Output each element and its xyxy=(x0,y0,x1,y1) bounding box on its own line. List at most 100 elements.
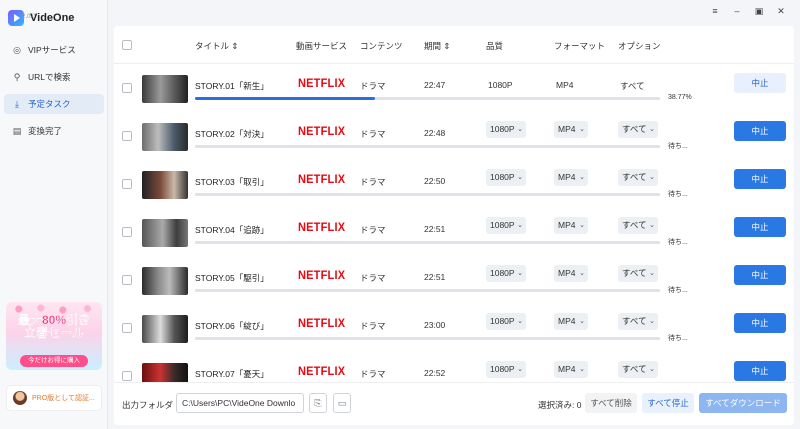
chevron-down-icon: ⌄ xyxy=(579,126,585,133)
output-folder-label: 出力フォルダ xyxy=(122,400,174,410)
netflix-logo: NETFLIX xyxy=(298,269,346,283)
row-checkbox[interactable] xyxy=(122,323,132,333)
quality-select[interactable]: 1080P ⌄ xyxy=(486,265,526,282)
header-content: コンテンツ xyxy=(360,41,403,51)
option-select[interactable]: すべて ⌄ xyxy=(618,169,658,186)
cancel-button[interactable]: 中止 xyxy=(734,217,786,237)
sidebar-item-2[interactable]: ⤓ 予定タスク xyxy=(4,94,104,114)
episode-title: STORY.03「取引」 xyxy=(195,177,269,187)
sidebar-nav: ◎ VIPサービス ⚲ URLで検索 ⤓ 予定タスク ▤ 変換完了 xyxy=(4,40,104,148)
content-type: ドラマ xyxy=(360,129,386,139)
episode-thumbnail xyxy=(142,315,188,343)
row-checkbox[interactable] xyxy=(122,227,132,237)
maximize-icon[interactable]: ▣ xyxy=(754,6,764,17)
output-folder-input[interactable]: C:\Users\PC\VideOne Downlo xyxy=(176,393,304,413)
app-name: VideOne xyxy=(30,12,75,24)
quality-select[interactable]: 1080P ⌄ xyxy=(486,217,526,234)
format-select[interactable]: MP4 ⌄ xyxy=(554,361,588,378)
open-folder-button[interactable]: ▭ xyxy=(333,393,351,413)
selected-count: 選択済み: 0 xyxy=(538,400,582,410)
option-select[interactable]: すべて ⌄ xyxy=(618,313,658,330)
minimize-icon[interactable]: – xyxy=(732,6,742,17)
menu-icon[interactable]: ≡ xyxy=(710,6,720,17)
row-checkbox[interactable] xyxy=(122,371,132,381)
duration: 22:51 xyxy=(424,272,446,282)
select-all-checkbox[interactable] xyxy=(122,40,132,50)
format-select[interactable]: MP4 ⌄ xyxy=(554,217,588,234)
format-select[interactable]: MP4 ⌄ xyxy=(554,313,588,330)
window-controls: ≡ – ▣ ✕ xyxy=(710,6,786,17)
episode-title: STORY.02「対決」 xyxy=(195,129,269,139)
header-title[interactable]: タイトル ⇕ xyxy=(195,40,238,52)
option-select[interactable]: すべて ⌄ xyxy=(618,361,658,378)
sidebar-item-3[interactable]: ▤ 変換完了 xyxy=(4,121,104,141)
option-select[interactable]: すべて ⌄ xyxy=(618,217,658,234)
format-select[interactable]: MP4 ⌄ xyxy=(554,265,588,282)
quality-select[interactable]: 1080P ⌄ xyxy=(486,361,526,378)
cancel-button[interactable]: 中止 xyxy=(734,121,786,141)
episode-title: STORY.04「追跡」 xyxy=(195,225,269,235)
cancel-button[interactable]: 中止 xyxy=(734,313,786,333)
option-select-value: すべて xyxy=(622,220,647,230)
duration: 22:48 xyxy=(424,128,446,138)
duration: 22:51 xyxy=(424,224,446,234)
download-all-button[interactable]: すべてダウンロード xyxy=(699,393,787,413)
format-select-value: MP4 xyxy=(558,364,576,374)
episode-title: STORY.06「綻び」 xyxy=(195,321,269,331)
cancel-button[interactable]: 中止 xyxy=(734,265,786,285)
cancel-button[interactable]: 中止 xyxy=(734,361,786,381)
chevron-down-icon: ⌄ xyxy=(579,174,585,181)
pro-activation-label: PRO版として認証... xyxy=(32,395,95,402)
search-icon: ⚲ xyxy=(13,72,21,82)
sidebar-item-1[interactable]: ⚲ URLで検索 xyxy=(4,67,104,87)
chevron-down-icon: ⌄ xyxy=(517,126,523,133)
quality-select[interactable]: 1080P ⌄ xyxy=(486,121,526,138)
progress-bar xyxy=(195,97,660,100)
chevron-down-icon: ⌄ xyxy=(649,270,655,277)
format-value: MP4 xyxy=(556,80,574,90)
stop-all-button[interactable]: すべて停止 xyxy=(642,393,694,413)
episode-title: STORY.01「新生」 xyxy=(195,81,269,91)
option-select[interactable]: すべて ⌄ xyxy=(618,265,658,282)
content-type: ドラマ xyxy=(360,177,386,187)
chevron-down-icon: ⌄ xyxy=(517,366,523,373)
header-option: オプション xyxy=(618,41,661,51)
vip-icon: ◎ xyxy=(13,45,21,55)
episode-thumbnail xyxy=(142,363,188,382)
netflix-logo: NETFLIX xyxy=(298,365,346,379)
chevron-down-icon: ⌄ xyxy=(579,366,585,373)
row-checkbox[interactable] xyxy=(122,83,132,93)
change-folder-button[interactable]: ⎘ xyxy=(309,393,327,413)
chevron-down-icon: ⌄ xyxy=(579,222,585,229)
task-panel: タイトル ⇕ 動画サービス コンテンツ 期間 ⇕ 品質 フォーマット オプション… xyxy=(114,26,794,425)
close-icon[interactable]: ✕ xyxy=(776,6,786,17)
table-row: STORY.03「取引」 NETFLIX ドラマ 22:50 1080P ⌄ MP… xyxy=(114,162,794,210)
promo-buy-button[interactable]: 今だけお得に購入 xyxy=(20,355,88,367)
quality-select-value: 1080P xyxy=(490,316,515,326)
sidebar-item-0[interactable]: ◎ VIPサービス xyxy=(4,40,104,60)
chevron-down-icon: ⌄ xyxy=(649,126,655,133)
chevron-down-icon: ⌄ xyxy=(649,366,655,373)
folder-icon: ▭ xyxy=(337,398,347,408)
quality-select[interactable]: 1080P ⌄ xyxy=(486,169,526,186)
format-select-value: MP4 xyxy=(558,268,576,278)
row-checkbox[interactable] xyxy=(122,131,132,141)
footer-bar: 出力フォルダ C:\Users\PC\VideOne Downlo ⎘ ▭ 選択… xyxy=(114,382,794,425)
promo-banner[interactable]: 最大80%引き 立春セール 今だけお得に購入 xyxy=(6,302,102,370)
option-select[interactable]: すべて ⌄ xyxy=(618,121,658,138)
progress-bar xyxy=(195,193,660,196)
quality-select[interactable]: 1080P ⌄ xyxy=(486,313,526,330)
progress-bar xyxy=(195,145,660,148)
format-select[interactable]: MP4 ⌄ xyxy=(554,169,588,186)
cancel-button[interactable]: 中止 xyxy=(734,73,786,93)
netflix-logo: NETFLIX xyxy=(298,125,346,139)
header-duration[interactable]: 期間 ⇕ xyxy=(424,40,450,52)
format-select[interactable]: MP4 ⌄ xyxy=(554,121,588,138)
pro-activation-button[interactable]: PRO版として認証... xyxy=(6,385,102,411)
table-row: STORY.04「追跡」 NETFLIX ドラマ 22:51 1080P ⌄ MP… xyxy=(114,210,794,258)
row-checkbox[interactable] xyxy=(122,275,132,285)
option-value: すべて xyxy=(620,81,645,91)
cancel-button[interactable]: 中止 xyxy=(734,169,786,189)
row-checkbox[interactable] xyxy=(122,179,132,189)
delete-all-button[interactable]: すべて削除 xyxy=(585,393,637,413)
